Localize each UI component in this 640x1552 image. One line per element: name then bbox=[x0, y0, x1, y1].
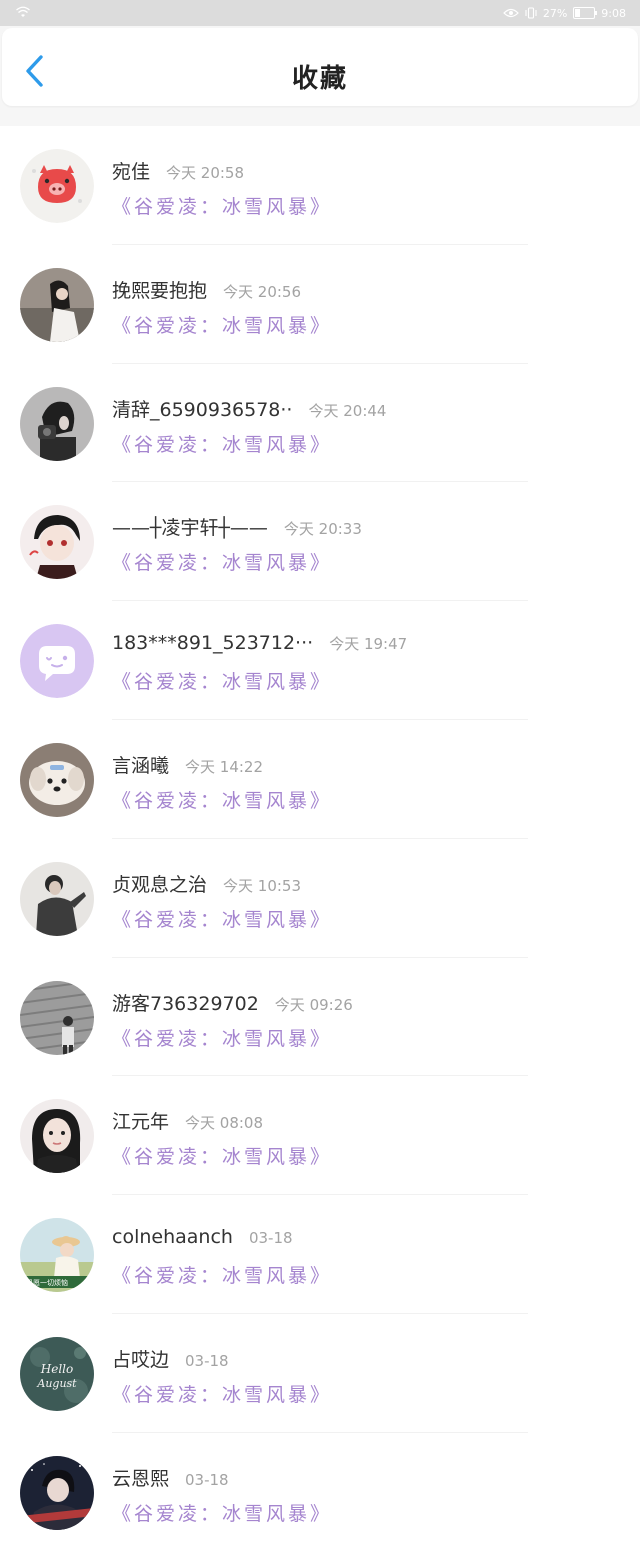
avatar[interactable] bbox=[20, 980, 94, 1055]
list-item[interactable]: 江元年 今天 08:08 《谷爱凌：冰雪风暴》 bbox=[0, 1076, 640, 1196]
list-item[interactable]: 贞观息之治 今天 10:53 《谷爱凌：冰雪风暴》 bbox=[0, 839, 640, 958]
timestamp: 今天 08:08 bbox=[185, 1114, 264, 1133]
user-name[interactable]: 江元年 今天 08:08 bbox=[112, 1107, 263, 1134]
user-name[interactable]: 云恩熙 03-18 bbox=[112, 1464, 229, 1491]
favorite-title-link[interactable]: 《谷爱凌：冰雪风暴》 bbox=[112, 1142, 332, 1169]
avatar[interactable] bbox=[20, 149, 94, 223]
timestamp: 今天 20:58 bbox=[166, 164, 245, 182]
timestamp: 今天 10:53 bbox=[223, 876, 302, 895]
favorite-title-link[interactable]: 《谷爱凌：冰雪风暴》 bbox=[112, 786, 332, 813]
favorite-title-link[interactable]: 《谷爱凌：冰雪风暴》 bbox=[112, 1261, 332, 1288]
user-name[interactable]: 宛佳 今天 20:58 bbox=[112, 157, 244, 184]
wifi-icon bbox=[16, 6, 30, 17]
avatar[interactable]: Hello August bbox=[20, 1336, 94, 1411]
user-name[interactable]: 挽熙要抱抱 今天 20:56 bbox=[112, 276, 301, 303]
favorite-title-link[interactable]: 《谷爱凌：冰雪风暴》 bbox=[112, 430, 332, 457]
svg-text:Hello: Hello bbox=[40, 1362, 73, 1376]
avatar[interactable] bbox=[20, 505, 94, 580]
list-item[interactable]: 游客736329702 今天 09:26 《谷爱凌：冰雪风暴》 bbox=[0, 958, 640, 1077]
avatar[interactable] bbox=[20, 1099, 94, 1174]
avatar[interactable] bbox=[20, 267, 94, 342]
svg-text:只愿一切烦恼: 只愿一切烦恼 bbox=[26, 1278, 68, 1287]
favorite-title-link[interactable]: 《谷爱凌：冰雪风暴》 bbox=[112, 905, 332, 932]
timestamp: 今天 20:33 bbox=[283, 520, 362, 539]
battery-percent: 27% bbox=[542, 6, 568, 20]
favorite-title-link[interactable]: 《谷爱凌：冰雪风暴》 bbox=[112, 548, 332, 575]
user-name[interactable]: 183***891_523712··· 今天 19:47 bbox=[112, 632, 407, 654]
list-item[interactable]: 言涵曦 今天 14:22 《谷爱凌：冰雪风暴》 bbox=[0, 720, 640, 839]
timestamp: 今天 14:22 bbox=[185, 757, 264, 776]
list-item[interactable]: 挽熙要抱抱 今天 20:56 《谷爱凌：冰雪风暴》 bbox=[0, 245, 640, 364]
vibrate-icon bbox=[525, 7, 537, 19]
user-name-text: 清辞_6590936578·· bbox=[112, 398, 293, 421]
user-name[interactable]: 游客736329702 今天 09:26 bbox=[112, 989, 353, 1016]
user-name-text: colnehaanch bbox=[112, 1226, 233, 1249]
avatar[interactable] bbox=[20, 861, 94, 936]
page-title: 收藏 bbox=[291, 64, 348, 94]
timestamp: 今天 20:56 bbox=[223, 282, 302, 301]
user-name-text: 言涵曦 bbox=[112, 754, 170, 777]
list-item[interactable]: 宛佳 今天 20:58 《谷爱凌：冰雪风暴》 bbox=[0, 126, 640, 245]
user-name[interactable]: ——┼凌宇轩┼—— 今天 20:33 bbox=[112, 513, 362, 540]
avatar[interactable] bbox=[20, 624, 94, 699]
favorites-list: 宛佳 今天 20:58 《谷爱凌：冰雪风暴》 挽熙要抱抱 今天 20:56 《谷爱凌：冰雪… bbox=[0, 126, 640, 1552]
svg-text:August: August bbox=[36, 1377, 77, 1390]
app-header: 收藏 bbox=[2, 28, 638, 106]
status-bar: 27% 9:08 bbox=[0, 0, 640, 26]
list-item[interactable]: Hello August 占哎边 03-18 《谷爱凌：冰雪风暴》 bbox=[0, 1314, 640, 1433]
eye-icon bbox=[502, 8, 519, 18]
timestamp: 03-18 bbox=[185, 1351, 229, 1370]
avatar[interactable] bbox=[20, 742, 94, 817]
favorite-title-link[interactable]: 《谷爱凌：冰雪风暴》 bbox=[112, 192, 332, 219]
user-name-text: 挽熙要抱抱 bbox=[112, 279, 208, 302]
user-name[interactable]: colnehaanch 03-18 bbox=[112, 1226, 293, 1248]
user-name[interactable]: 贞观息之治 今天 10:53 bbox=[112, 870, 301, 897]
user-name[interactable]: 言涵曦 今天 14:22 bbox=[112, 751, 263, 778]
favorite-title-link[interactable]: 《谷爱凌：冰雪风暴》 bbox=[112, 667, 332, 694]
status-right: 27% 9:08 bbox=[502, 5, 626, 21]
clock: 9:08 bbox=[601, 6, 626, 20]
avatar[interactable] bbox=[20, 1455, 94, 1530]
list-item[interactable]: 只愿一切烦恼 colnehaanch 03-18 《谷爱凌：冰雪风暴》 bbox=[0, 1195, 640, 1314]
battery-level bbox=[575, 9, 581, 17]
user-name-text: 占哎边 bbox=[112, 1348, 170, 1371]
list-item[interactable]: 云恩熙 03-18 《谷爱凌：冰雪风暴》 bbox=[0, 1433, 640, 1552]
user-name[interactable]: 清辞_6590936578·· 今天 20:44 bbox=[112, 395, 386, 422]
avatar[interactable] bbox=[20, 386, 94, 461]
list-item[interactable]: ——┼凌宇轩┼—— 今天 20:33 《谷爱凌：冰雪风暴》 bbox=[0, 482, 640, 602]
timestamp: 03-18 bbox=[185, 1470, 229, 1489]
list-item[interactable]: 183***891_523712··· 今天 19:47 《谷爱凌：冰雪风暴》 bbox=[0, 601, 640, 720]
user-name-text: 183***891_523712··· bbox=[112, 632, 314, 655]
user-name-text: 贞观息之治 bbox=[112, 873, 208, 896]
battery-icon bbox=[573, 7, 598, 19]
user-name-text: 宛佳 bbox=[112, 161, 151, 183]
user-name-text: 江元年 bbox=[112, 1111, 170, 1134]
user-name-text: ——┼凌宇轩┼—— bbox=[112, 517, 268, 540]
favorite-title-link[interactable]: 《谷爱凌：冰雪风暴》 bbox=[112, 1499, 332, 1526]
timestamp: 今天 20:44 bbox=[308, 401, 387, 420]
user-name-text: 游客736329702 bbox=[112, 992, 259, 1015]
user-name[interactable]: 占哎边 03-18 bbox=[112, 1345, 229, 1372]
favorite-title-link[interactable]: 《谷爱凌：冰雪风暴》 bbox=[112, 1380, 332, 1407]
list-item[interactable]: 清辞_6590936578·· 今天 20:44 《谷爱凌：冰雪风暴》 bbox=[0, 364, 640, 483]
user-name-text: 云恩熙 bbox=[112, 1467, 170, 1490]
favorite-title-link[interactable]: 《谷爱凌：冰雪风暴》 bbox=[112, 311, 332, 338]
favorite-title-link[interactable]: 《谷爱凌：冰雪风暴》 bbox=[112, 1024, 332, 1051]
timestamp: 今天 09:26 bbox=[274, 995, 353, 1014]
avatar[interactable]: 只愿一切烦恼 bbox=[20, 1218, 94, 1293]
timestamp: 今天 19:47 bbox=[329, 635, 408, 654]
timestamp: 03-18 bbox=[248, 1229, 293, 1248]
